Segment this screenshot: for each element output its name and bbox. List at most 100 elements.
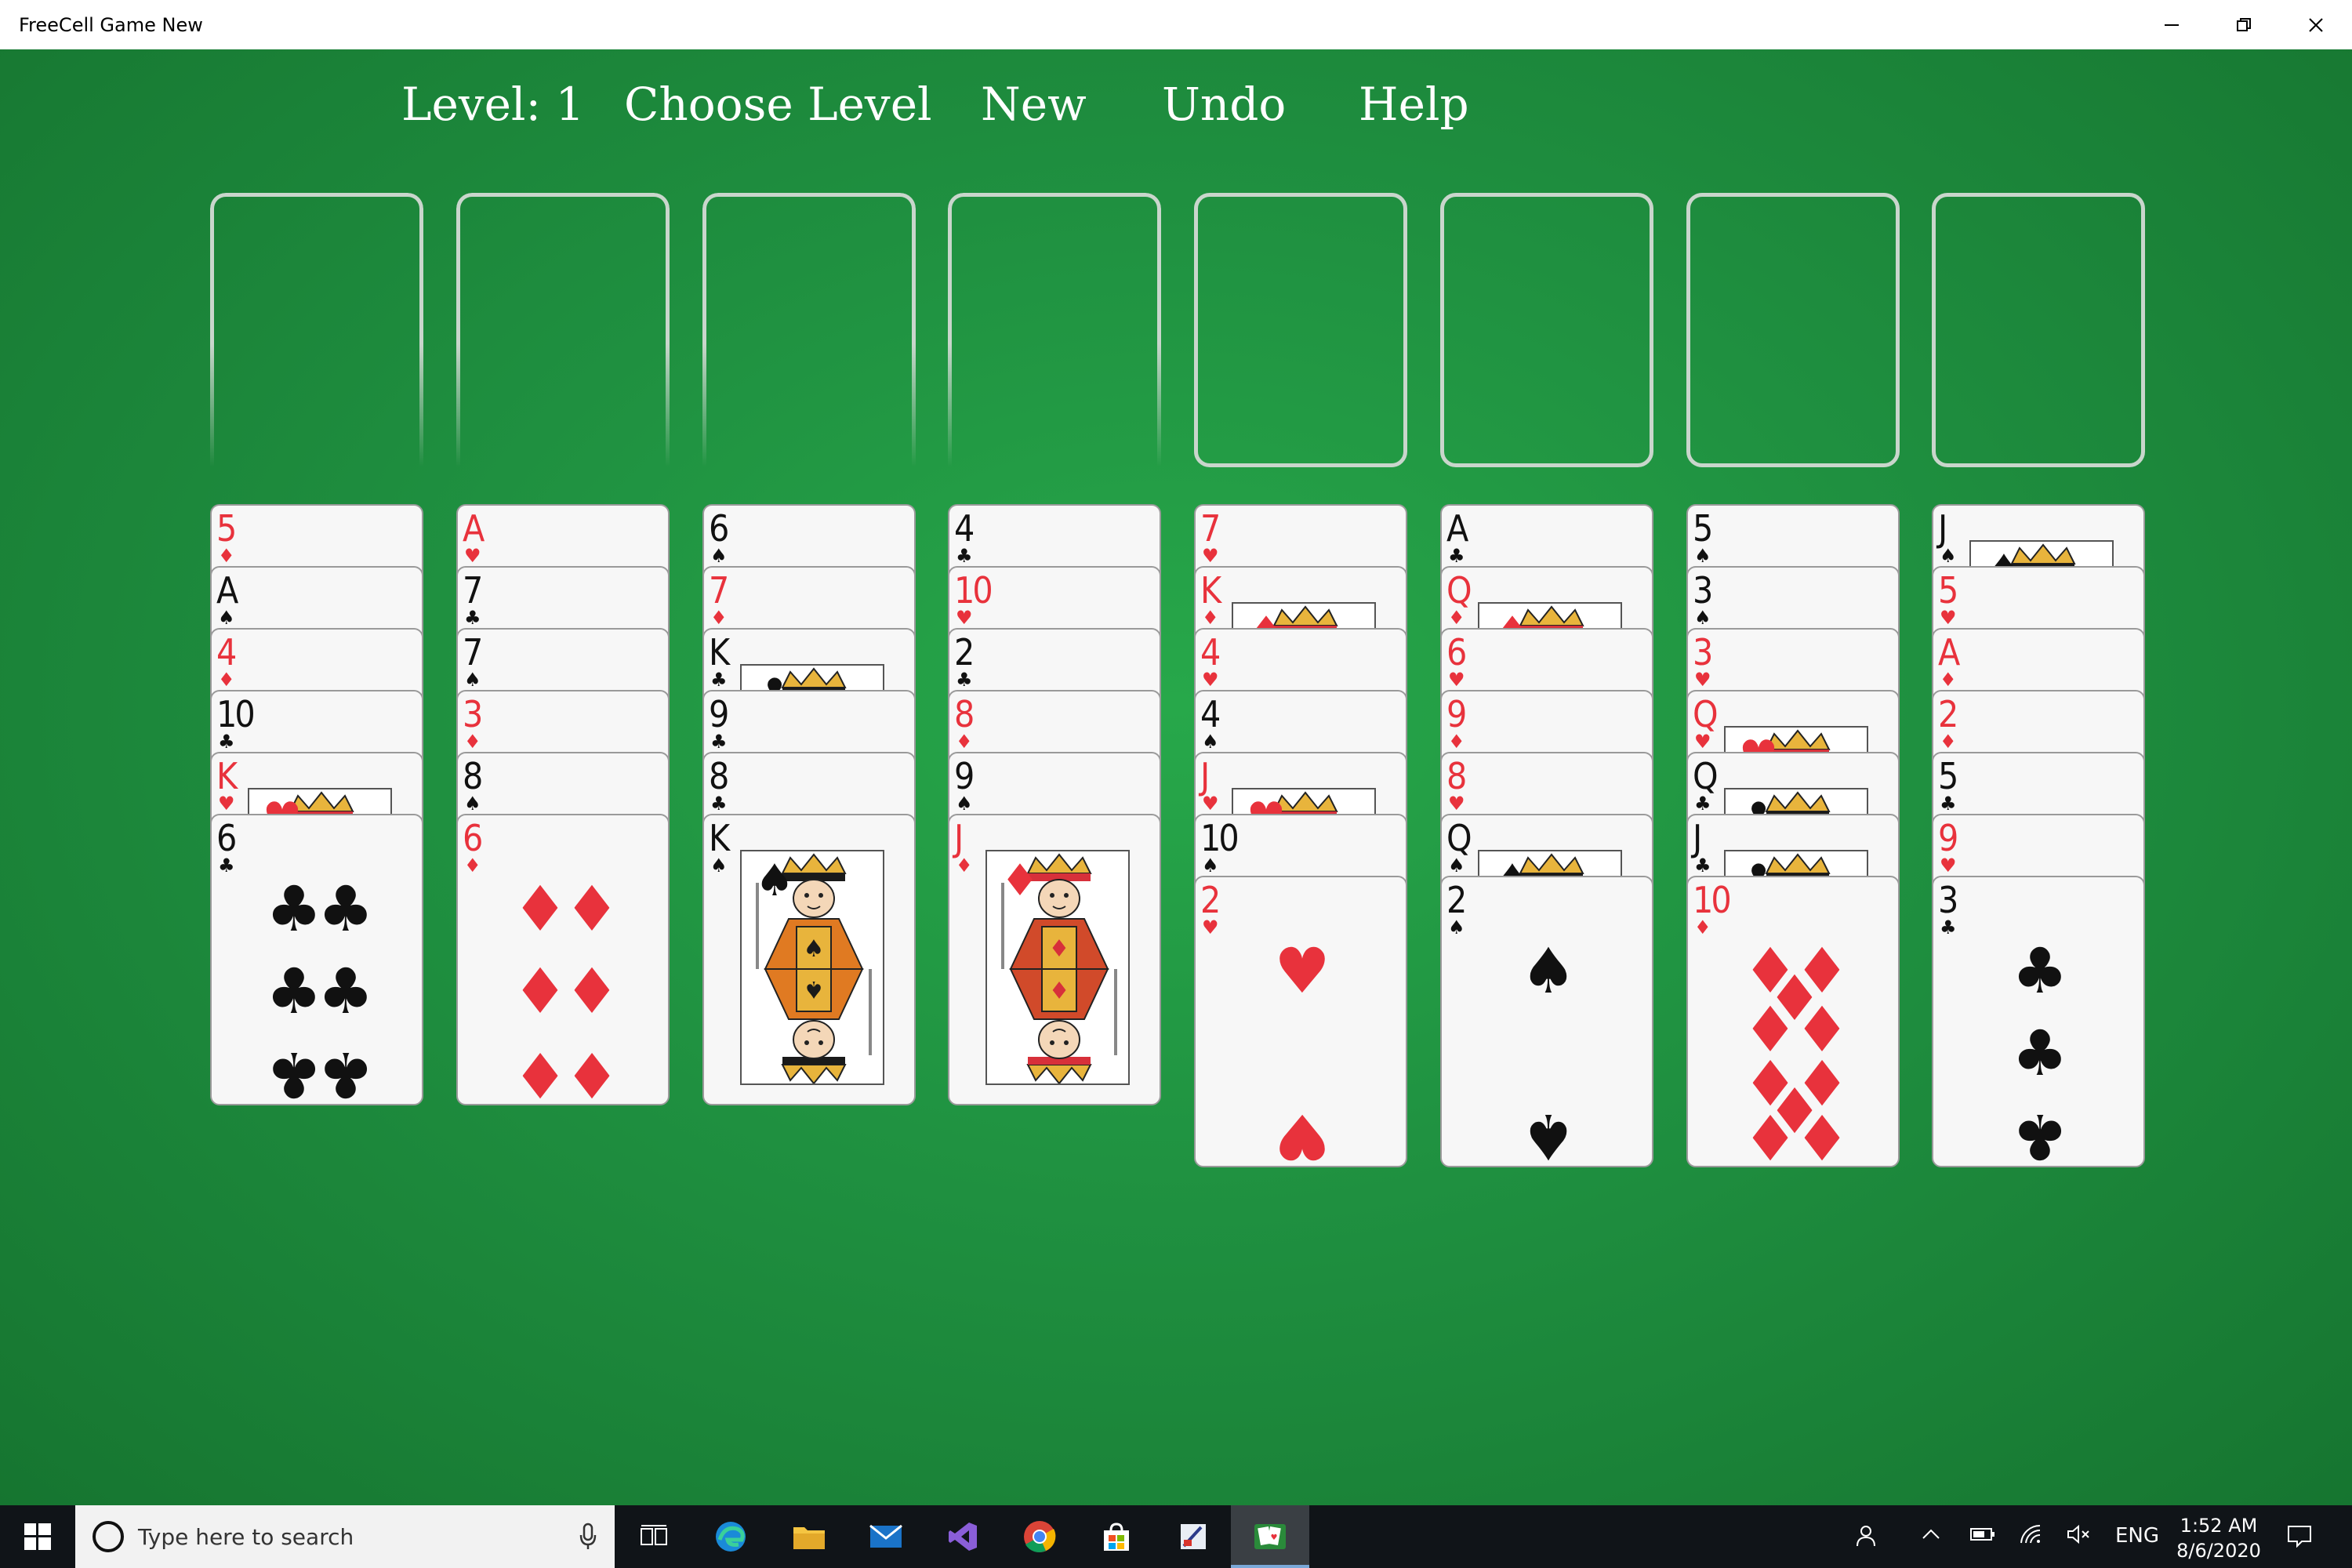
- card-rank: 6: [709, 507, 729, 550]
- card-rank: 7: [463, 631, 483, 673]
- mail-icon[interactable]: [866, 1516, 906, 1557]
- svg-text:♥: ♥: [1271, 1534, 1278, 1542]
- freecell-icon[interactable]: ♥: [1250, 1516, 1290, 1557]
- choose-level-button[interactable]: Choose Level: [624, 78, 932, 131]
- card-rank: 4: [1200, 631, 1221, 673]
- card-rank: 10: [1693, 879, 1732, 921]
- diamonds-pip-icon: ♦: [564, 1038, 620, 1105]
- spades-suit-icon: ♠: [1940, 545, 1957, 567]
- diamonds-suit-icon: ♦: [218, 669, 235, 691]
- search-box[interactable]: Type here to search: [75, 1505, 615, 1568]
- restore-icon: [2237, 17, 2251, 31]
- clubs-suit-icon: ♣: [464, 607, 481, 629]
- card-rank: 3: [1693, 631, 1713, 673]
- hearts-pip-icon: ♥: [1274, 1100, 1330, 1167]
- card-rank: 6: [216, 817, 237, 859]
- playing-card-6-of-clubs[interactable]: 6♣♣♣♣♣♣♣6♣: [210, 814, 423, 1105]
- spades-pip-icon: ♠: [1520, 1100, 1577, 1167]
- free-cell-4[interactable]: [948, 193, 1161, 467]
- clubs-pip-icon: ♣: [2012, 935, 2068, 1007]
- card-rank: 4: [216, 631, 237, 673]
- card-rank: 10: [216, 693, 256, 735]
- clock[interactable]: 1:52 AM 8/6/2020: [2148, 1513, 2289, 1563]
- paint-icon[interactable]: [1173, 1516, 1214, 1557]
- playing-card-J-of-diamonds[interactable]: J♦ ♦ ♦ ♦J♦: [948, 814, 1161, 1105]
- playing-card-2-of-hearts[interactable]: 2♥♥♥2♥: [1194, 876, 1407, 1167]
- playing-card-10-of-diamonds[interactable]: 10♦♦♦♦♦♦♦♦♦♦♦10♦: [1686, 876, 1900, 1167]
- start-button[interactable]: [0, 1505, 75, 1568]
- card-rank: Q: [1693, 693, 1719, 735]
- svg-text:♦: ♦: [1049, 975, 1070, 1003]
- free-cell-3[interactable]: [702, 193, 916, 467]
- free-cell-2[interactable]: [456, 193, 670, 467]
- people-icon[interactable]: [1855, 1524, 1878, 1553]
- playing-card-3-of-clubs[interactable]: 3♣♣♣♣3♣: [1932, 876, 2145, 1167]
- playing-card-2-of-spades[interactable]: 2♠♠♠2♠: [1440, 876, 1653, 1167]
- foundation-3[interactable]: [1686, 193, 1900, 467]
- clubs-suit-icon: ♣: [1694, 855, 1711, 877]
- chevron-up-icon[interactable]: [1921, 1524, 1941, 1550]
- spades-suit-icon: ♠: [710, 545, 728, 567]
- task-view-icon[interactable]: [633, 1516, 674, 1557]
- card-rank: 8: [1446, 755, 1467, 797]
- diamonds-pip-icon: ♦: [564, 955, 620, 1028]
- card-rank: 3: [1938, 879, 1958, 921]
- card-rank: K: [216, 755, 238, 797]
- card-rank: A: [1938, 631, 1960, 673]
- playing-card-K-of-spades[interactable]: K♠ ♠ ♠ ♠K♠: [702, 814, 916, 1105]
- volume-muted-icon[interactable]: [2067, 1524, 2092, 1550]
- foundation-1[interactable]: [1194, 193, 1407, 467]
- hearts-suit-icon: ♥: [218, 793, 235, 815]
- free-cell-1[interactable]: [210, 193, 423, 467]
- card-rank: 9: [709, 693, 729, 735]
- card-rank: 5: [1938, 569, 1958, 612]
- card-rank: 10: [1200, 817, 1240, 859]
- file-explorer-icon[interactable]: [789, 1516, 829, 1557]
- card-rank: 2: [1938, 693, 1958, 735]
- clubs-pip-icon: ♣: [2012, 1017, 2068, 1090]
- minimize-icon: [2165, 24, 2179, 26]
- taskbar: Type here to search ♥ ENG 1:52 AM 8/6/20…: [0, 1505, 2352, 1568]
- diamonds-suit-icon: ♦: [464, 855, 481, 877]
- new-game-button[interactable]: New: [981, 78, 1087, 131]
- card-rank: A: [1446, 507, 1468, 550]
- wifi-icon[interactable]: [2020, 1524, 2043, 1550]
- card-rank: K: [1200, 569, 1221, 612]
- hearts-suit-icon: ♥: [1202, 545, 1219, 567]
- card-rank: 3: [463, 693, 483, 735]
- minimize-button[interactable]: [2136, 0, 2208, 49]
- close-button[interactable]: [2280, 0, 2352, 49]
- diamonds-pip-icon: ♦: [1794, 1100, 1850, 1167]
- hearts-suit-icon: ♥: [1202, 793, 1219, 815]
- hearts-suit-icon: ♥: [464, 545, 481, 567]
- visual-studio-icon[interactable]: [942, 1516, 983, 1557]
- window-title: FreeCell Game New: [19, 14, 203, 36]
- notifications-icon[interactable]: [2286, 1524, 2313, 1553]
- battery-icon[interactable]: [1969, 1524, 1996, 1550]
- card-rank: 3: [1693, 569, 1713, 612]
- playing-card-6-of-diamonds[interactable]: 6♦♦♦♦♦♦♦6♦: [456, 814, 670, 1105]
- card-rank: A: [463, 507, 485, 550]
- foundation-2[interactable]: [1440, 193, 1653, 467]
- card-rank: K: [709, 817, 730, 859]
- diamonds-pip-icon: ♦: [1000, 855, 1040, 906]
- clubs-suit-icon: ♣: [710, 669, 728, 691]
- spades-suit-icon: ♠: [956, 793, 973, 815]
- game-board: Level: 1 Choose Level New Undo Help 5♦♦♦…: [0, 49, 2352, 1505]
- foundation-4[interactable]: [1932, 193, 2145, 467]
- restore-button[interactable]: [2208, 0, 2280, 49]
- chrome-icon[interactable]: [1019, 1516, 1060, 1557]
- hearts-suit-icon: ♥: [1448, 669, 1465, 691]
- microphone-icon[interactable]: [579, 1523, 597, 1551]
- hearts-suit-icon: ♥: [1694, 669, 1711, 691]
- undo-button[interactable]: Undo: [1162, 78, 1286, 131]
- card-rank: 8: [709, 755, 729, 797]
- card-rank: 9: [954, 755, 975, 797]
- help-button[interactable]: Help: [1359, 78, 1469, 131]
- store-icon[interactable]: [1096, 1516, 1137, 1557]
- card-rank: 5: [1693, 507, 1713, 550]
- diamonds-suit-icon: ♦: [464, 731, 481, 753]
- edge-icon[interactable]: [710, 1516, 751, 1557]
- card-rank: 7: [709, 569, 729, 612]
- clubs-suit-icon: ♣: [1940, 916, 1957, 938]
